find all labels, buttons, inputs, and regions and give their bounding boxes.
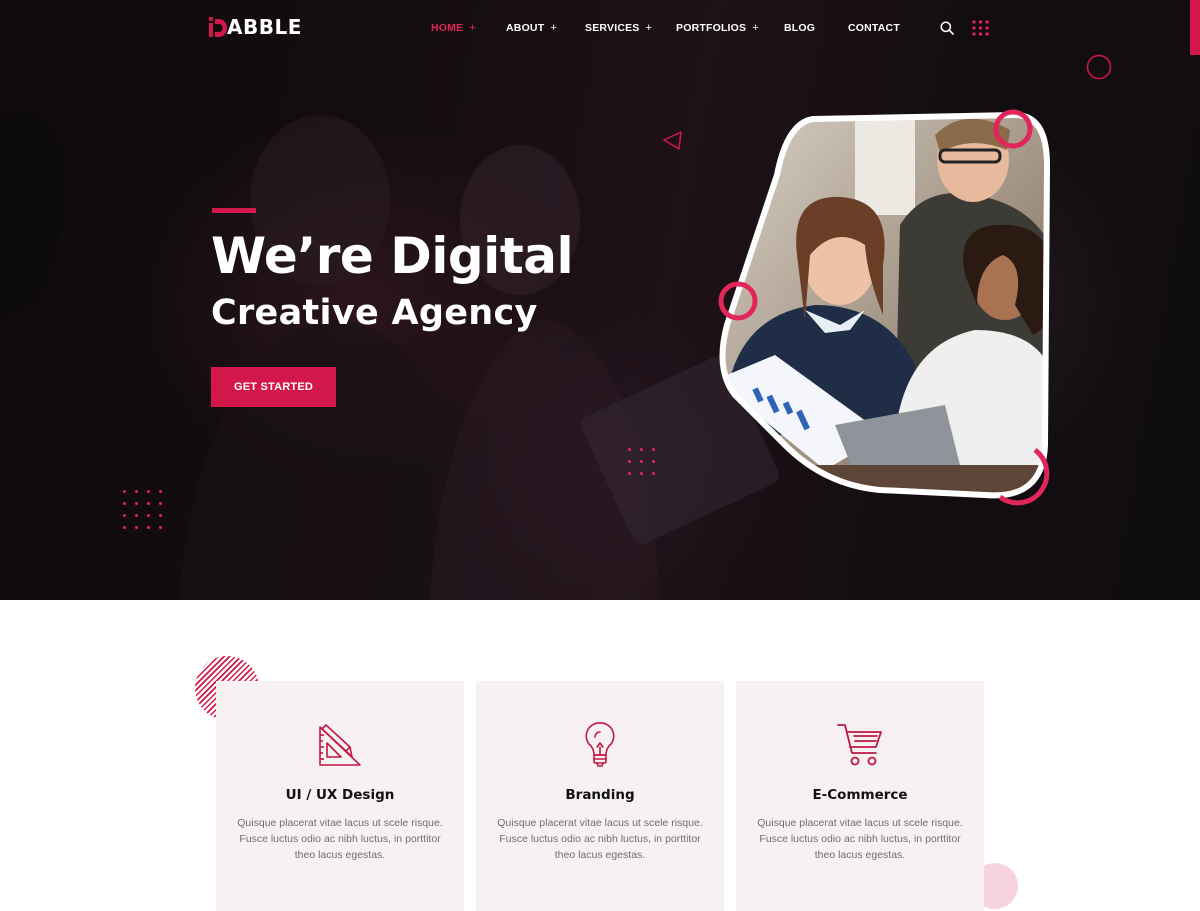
service-description: Quisque placerat vitae lacus ut scele ri… xyxy=(237,817,443,861)
nav-label: SERVICES xyxy=(585,22,640,34)
hero-title: We’re Digital xyxy=(211,227,574,285)
outline-circle-decoration xyxy=(1086,54,1112,80)
design-tools-icon xyxy=(319,724,361,766)
submenu-plus-icon: + xyxy=(752,22,759,34)
search-icon[interactable] xyxy=(940,21,954,35)
dot-grid-decoration xyxy=(628,448,655,475)
nav-item-portfolios[interactable]: PORTFOLIOS + xyxy=(676,18,759,38)
grid-menu-icon[interactable] xyxy=(972,20,989,36)
hero-team-photo xyxy=(718,109,1051,506)
hero-section: ABBLE HOME + ABOUT + SERVICES + PORTFOLI… xyxy=(0,0,1200,600)
get-started-button[interactable]: GET STARTED xyxy=(211,367,336,407)
shopping-cart-icon xyxy=(837,724,882,766)
nav-item-contact[interactable]: CONTACT xyxy=(848,18,900,38)
dot-grid-decoration xyxy=(123,490,162,529)
main-navigation: HOME + ABOUT + SERVICES + PORTFOLIOS + B… xyxy=(0,18,1200,38)
service-description: Quisque placerat vitae lacus ut scele ri… xyxy=(497,817,703,861)
nav-label: PORTFOLIOS xyxy=(676,22,747,34)
service-description: Quisque placerat vitae lacus ut scele ri… xyxy=(757,817,963,861)
hero-subtitle: Creative Agency xyxy=(211,293,538,333)
submenu-plus-icon: + xyxy=(469,22,476,34)
nav-label: ABOUT xyxy=(506,22,545,34)
lightbulb-icon xyxy=(585,722,615,767)
nav-label: CONTACT xyxy=(848,22,900,34)
nav-item-home[interactable]: HOME + xyxy=(431,18,476,38)
service-title: Branding xyxy=(565,787,635,803)
service-title: UI / UX Design xyxy=(285,787,395,803)
service-card-e-commerce[interactable]: E-Commerce Quisque placerat vitae lacus … xyxy=(736,681,984,911)
nav-item-services[interactable]: SERVICES + xyxy=(585,18,652,38)
nav-item-blog[interactable]: BLOG xyxy=(784,18,815,38)
title-accent-line xyxy=(212,208,256,213)
service-title: E-Commerce xyxy=(812,787,908,803)
submenu-plus-icon: + xyxy=(550,22,557,34)
nav-item-about[interactable]: ABOUT + xyxy=(506,18,557,38)
nav-label: HOME xyxy=(431,22,464,34)
nav-label: BLOG xyxy=(784,22,816,34)
service-card-ui-ux[interactable]: UI / UX Design Quisque placerat vitae la… xyxy=(216,681,464,911)
submenu-plus-icon: + xyxy=(645,22,653,34)
service-card-branding[interactable]: Branding Quisque placerat vitae lacus ut… xyxy=(476,681,724,911)
triangle-decoration xyxy=(663,131,682,150)
